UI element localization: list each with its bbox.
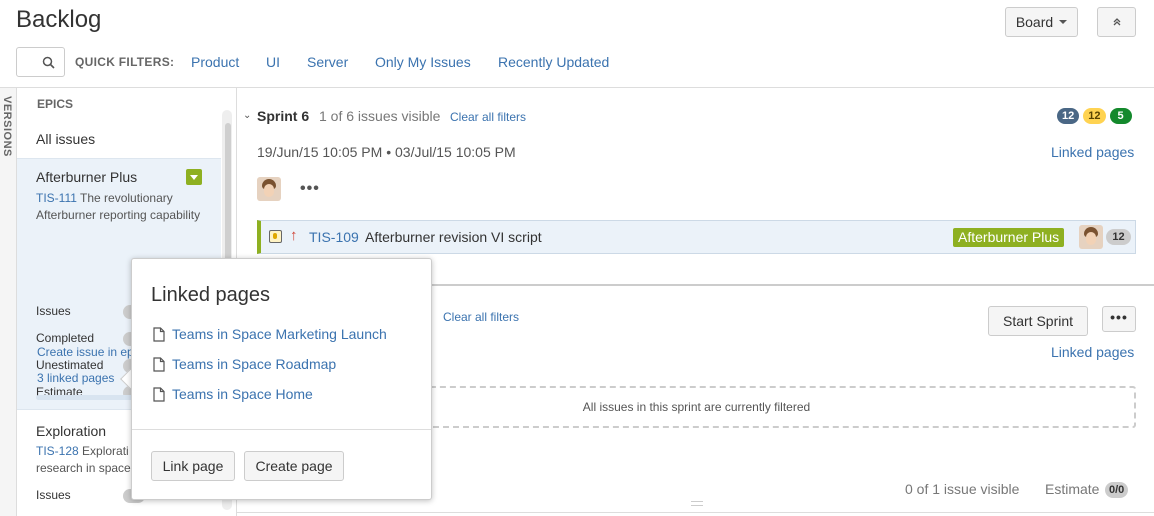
double-chevron-up-icon — [1113, 18, 1120, 26]
search-input[interactable] — [16, 47, 65, 77]
quick-filter-server[interactable]: Server — [307, 54, 348, 70]
document-icon — [153, 356, 165, 372]
sprint-participants-more-icon[interactable]: ••• — [300, 180, 320, 198]
priority-high-icon: ↑ — [290, 227, 298, 244]
in-progress-count-badge: 12 — [1083, 108, 1106, 124]
done-count-badge: 5 — [1109, 108, 1132, 124]
epic-linked-pages-link[interactable]: 3 linked pages — [37, 371, 114, 385]
epics-heading: EPICS — [37, 97, 74, 111]
epic-key-link[interactable]: TIS-128 — [36, 444, 79, 458]
avatar — [1079, 225, 1103, 249]
versions-tab[interactable]: VERSIONS — [0, 88, 17, 516]
popover-divider — [132, 429, 431, 430]
resize-handle-icon[interactable] — [691, 501, 703, 506]
linked-page-title: Teams in Space Marketing Launch — [172, 326, 387, 342]
epic-stat-issues-label: Issues — [36, 304, 71, 318]
linked-page-title: Teams in Space Home — [172, 386, 313, 402]
quick-filter-ui[interactable]: UI — [266, 54, 280, 70]
chevron-down-icon — [1059, 20, 1068, 24]
quick-filter-product[interactable]: Product — [191, 54, 239, 70]
linked-page-item[interactable]: Teams in Space Marketing Launch — [153, 326, 387, 342]
issue-row[interactable]: ↑ TIS-109 Afterburner revision VI script… — [257, 220, 1136, 254]
todo-count-badge: 12 — [1057, 108, 1080, 124]
sprint-name: Sprint 6 — [257, 108, 310, 124]
sprint-estimate-badge: 0/0 — [1105, 482, 1129, 498]
issue-epic-lozenge[interactable]: Afterburner Plus — [953, 228, 1065, 247]
epic-description-text: research in space — [36, 461, 131, 475]
epic-description-exploration: TIS-128 Explorati research in space — [36, 443, 136, 477]
epic-name: Afterburner Plus — [36, 169, 138, 185]
all-issues-filter[interactable]: All issues — [36, 131, 95, 147]
versions-label: VERSIONS — [1, 96, 13, 157]
popover-title: Linked pages — [151, 284, 270, 306]
avatar[interactable] — [257, 177, 281, 201]
epic-stat-unestimated-label: Unestimated — [36, 358, 104, 372]
linked-page-item[interactable]: Teams in Space Roadmap — [153, 356, 336, 372]
create-page-button[interactable]: Create page — [244, 451, 344, 481]
sprint-visible-count: 1 of 6 issues visible — [319, 108, 441, 124]
issue-key-link[interactable]: TIS-109 — [309, 229, 359, 245]
start-sprint-button[interactable]: Start Sprint — [988, 306, 1088, 336]
epic-description-text: Explorati — [82, 444, 129, 458]
epic-description: TIS-111 The revolutionary Afterburner re… — [36, 190, 216, 224]
clear-all-filters-link[interactable]: Clear all filters — [443, 310, 519, 324]
story-icon — [269, 230, 282, 243]
board-label: Board — [1015, 14, 1054, 30]
document-icon — [153, 386, 165, 402]
epic-stat-issues-label: Issues — [36, 488, 71, 502]
issue-summary: Afterburner revision VI script — [365, 229, 542, 245]
quick-filters-label: QUICK FILTERS: — [75, 55, 175, 69]
sprint-estimate-label: Estimate — [1045, 481, 1100, 497]
epic-name-exploration[interactable]: Exploration — [36, 423, 106, 439]
create-issue-in-epic-link[interactable]: Create issue in ep — [37, 345, 134, 359]
epic-stat-completed-label: Completed — [36, 331, 95, 345]
linked-page-item[interactable]: Teams in Space Home — [153, 386, 313, 402]
clear-all-filters-link[interactable]: Clear all filters — [450, 110, 526, 124]
sprint-actions-more-button[interactable]: ••• — [1102, 306, 1136, 332]
board-dropdown-button[interactable]: Board — [1005, 7, 1078, 37]
sprint-linked-pages-link[interactable]: Linked pages — [1051, 344, 1134, 360]
sprint-collapse-chevron-icon[interactable]: ⌄ — [243, 110, 251, 121]
link-page-button[interactable]: Link page — [151, 451, 235, 481]
sprint-visible-count: 0 of 1 issue visible — [905, 481, 1020, 497]
collapse-header-button[interactable] — [1097, 7, 1136, 37]
epic-key-link[interactable]: TIS-111 — [36, 191, 77, 205]
document-icon — [153, 326, 165, 342]
quick-filter-only-my-issues[interactable]: Only My Issues — [375, 54, 471, 70]
bottom-divider — [237, 512, 1154, 513]
linked-pages-popover: Linked pages Teams in Space Marketing La… — [131, 258, 432, 500]
issue-estimate-badge: 12 — [1106, 229, 1131, 245]
search-icon — [42, 56, 55, 69]
quick-filter-recently-updated[interactable]: Recently Updated — [498, 54, 609, 70]
sprint-linked-pages-link[interactable]: Linked pages — [1051, 144, 1134, 160]
sprint-dates: 19/Jun/15 10:05 PM • 03/Jul/15 10:05 PM — [257, 144, 516, 160]
linked-page-title: Teams in Space Roadmap — [172, 356, 337, 372]
epic-menu-chevron-down-icon[interactable] — [186, 169, 202, 185]
page-title: Backlog — [16, 6, 102, 33]
sprint-status-counts: 12 12 5 — [1057, 108, 1132, 124]
